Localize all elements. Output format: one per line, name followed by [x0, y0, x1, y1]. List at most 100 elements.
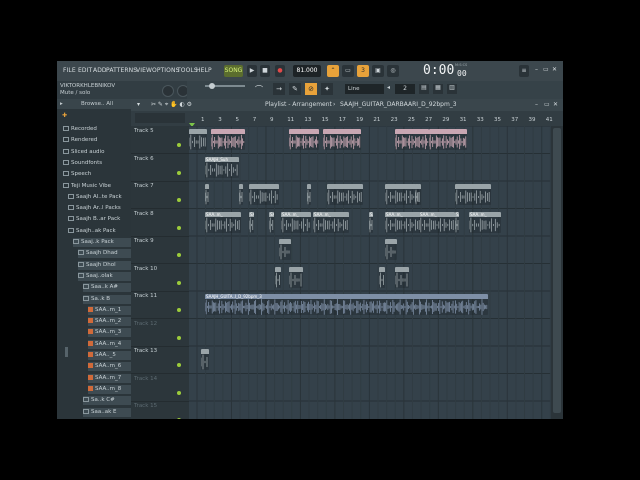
metronome-icon[interactable]: ⌃ [327, 65, 339, 77]
browser-add-icon[interactable]: ✚ [62, 112, 67, 119]
audio-clip[interactable]: SAA..m_ [469, 211, 501, 233]
pencil-icon[interactable]: ✎ [289, 83, 301, 95]
playlist-close-icon[interactable]: ✕ [553, 101, 558, 108]
track-mute-led[interactable] [177, 308, 181, 312]
pattern-song-toggle[interactable]: SONG [224, 65, 243, 77]
track-header[interactable]: Track 14 [131, 374, 189, 402]
track-mute-led[interactable] [177, 253, 181, 257]
audio-clip[interactable] [189, 129, 207, 150]
master-slider-handle[interactable] [209, 83, 215, 89]
track-header[interactable]: Track 10 [131, 264, 189, 292]
audio-clip[interactable] [249, 184, 279, 205]
browser-item[interactable]: Saajh Ar..l Packs [68, 204, 131, 213]
audio-clip[interactable] [239, 184, 243, 205]
audio-clip[interactable]: SAA..m_ [385, 211, 421, 233]
browser-item[interactable]: Sa..k B [83, 294, 131, 304]
tempo-display[interactable]: 81.000 [293, 65, 321, 77]
audio-clip[interactable] [395, 129, 429, 150]
audio-clip[interactable] [289, 129, 319, 150]
browser-item[interactable]: Speech [63, 170, 131, 179]
browser-title[interactable]: Browse.. All [81, 101, 113, 107]
playlist-grid[interactable]: SAAJH_SuhSAA..m_SAA..m_SAA..m_SAA..m_SAA… [189, 126, 551, 419]
playlist-tools-icons[interactable]: ✂ ✎ ⌖ ✋ ◐ ⚙ [151, 101, 192, 109]
browser-item[interactable]: SAA..m_3 [88, 328, 131, 338]
browser-item[interactable]: Saaj..k Pack [73, 238, 131, 247]
browser-item[interactable]: Sliced audio [63, 148, 131, 157]
track-mute-led[interactable] [177, 280, 181, 285]
menu-help[interactable]: HELP [196, 67, 212, 74]
record-button[interactable]: ● [275, 65, 285, 77]
audio-clip[interactable] [415, 184, 419, 205]
mixer-icon[interactable]: ▤ [419, 84, 429, 94]
track-mute-led[interactable] [177, 418, 181, 419]
browser-item[interactable]: Saajh B..ar Pack [68, 215, 131, 224]
audio-clip[interactable]: SAA..m_ [269, 211, 274, 233]
browser-item[interactable]: Saaj..olak [78, 271, 131, 281]
browser-item[interactable]: Saajh Dhol [78, 260, 131, 270]
playlist-minimize-icon[interactable]: – [535, 101, 538, 108]
audio-clip[interactable] [379, 266, 385, 288]
minimize-icon[interactable]: – [535, 66, 538, 73]
browser-item[interactable]: SAA..m_4 [88, 339, 131, 349]
track-header[interactable]: Track 13 [131, 346, 189, 374]
audio-clip[interactable] [275, 266, 281, 288]
track-header[interactable]: Track 9 [131, 236, 189, 264]
audio-clip[interactable] [455, 184, 491, 205]
snap-magnet-icon[interactable]: ⌒ [255, 84, 263, 95]
step-down-icon[interactable]: ◂ [387, 84, 395, 94]
audio-clip[interactable] [395, 266, 409, 288]
track-mute-led[interactable] [177, 143, 181, 147]
audio-clip[interactable] [327, 184, 363, 205]
browser-item[interactable]: SAA..m_8 [88, 384, 131, 394]
stop-button[interactable]: ■ [260, 65, 270, 77]
audio-clip[interactable]: SAA..m_ [205, 211, 241, 233]
snap-select[interactable]: Line [345, 84, 384, 94]
browser-item[interactable]: SAA.._5 [88, 351, 131, 360]
audio-clip[interactable] [307, 184, 311, 205]
track-header[interactable]: Track 12 [131, 319, 189, 347]
track-header[interactable]: Track 11 [131, 291, 189, 319]
audio-clip[interactable] [385, 239, 397, 260]
menu-tools[interactable]: TOOLS [177, 67, 198, 74]
audio-clip[interactable] [201, 349, 209, 370]
menu-patterns[interactable]: PATTERNS [106, 67, 137, 74]
loop-record-icon[interactable]: ▣ [372, 65, 384, 77]
audio-clip[interactable]: SAA..m_ [249, 211, 254, 233]
channel-rack-icon[interactable]: ▦ [433, 84, 443, 94]
track-header[interactable]: Track 6 [131, 154, 189, 182]
track-mute-led[interactable] [177, 390, 181, 395]
menu-view[interactable]: VIEW [136, 67, 152, 74]
audio-clip[interactable] [279, 239, 291, 260]
stretch-icon[interactable]: ✦ [321, 83, 333, 95]
close-icon[interactable]: ✕ [552, 66, 557, 73]
playlist-options-icon[interactable]: ▾ [137, 101, 140, 108]
browser-item[interactable]: SAA..m_7 [88, 373, 131, 383]
browser-item[interactable]: Saa..ak E [83, 407, 131, 417]
browser-item[interactable]: Saajh..ak Pack [68, 227, 131, 236]
browser-item[interactable]: Rendered [63, 136, 131, 145]
audio-clip[interactable]: SAAJH_Suh [205, 156, 239, 178]
browser-item[interactable]: Saajh Dhad [78, 249, 131, 259]
browser-item[interactable]: Sa..k C# [83, 396, 131, 406]
track-mute-led[interactable] [177, 225, 181, 230]
browser-item[interactable]: Recorded [63, 125, 131, 134]
menu-options[interactable]: OPTIONS [152, 67, 180, 74]
audio-clip[interactable]: SAA..m_ [281, 211, 311, 233]
audio-clip[interactable] [211, 129, 245, 150]
browser-scrollbar[interactable] [65, 347, 68, 357]
browser-item[interactable]: Teji Music Vibe [63, 182, 131, 191]
track-header[interactable]: Track 8 [131, 209, 189, 237]
menu-edit[interactable]: EDIT [78, 67, 92, 74]
track-mute-led[interactable] [177, 198, 181, 202]
play-button[interactable]: ▶ [247, 65, 257, 77]
audio-clip[interactable]: SAA..m_ [313, 211, 349, 233]
master-volume-knob[interactable] [162, 85, 174, 97]
link-icon[interactable]: ⊘ [305, 83, 317, 95]
playlist-maximize-icon[interactable]: ▭ [544, 101, 550, 108]
audio-clip[interactable]: SAA..m_ [419, 211, 455, 233]
browser-item[interactable]: SAA..m_2 [88, 317, 131, 327]
browser-item[interactable]: SAA..m_6 [88, 362, 131, 372]
browser-item[interactable]: SAA..m_1 [88, 305, 131, 315]
track-header-controls[interactable] [135, 113, 185, 123]
browser-item[interactable]: Saa..k A# [83, 283, 131, 293]
